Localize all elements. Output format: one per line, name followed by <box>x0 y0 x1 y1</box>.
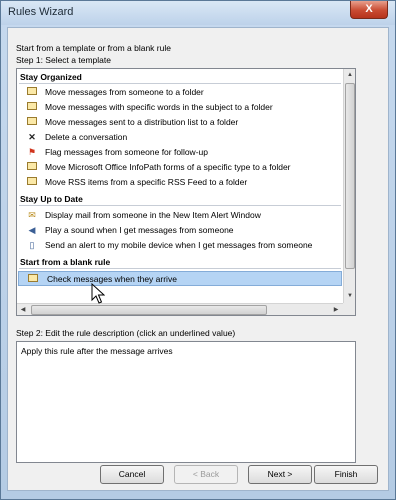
wizard-content: Start from a template or from a blank ru… <box>7 27 389 491</box>
list-item[interactable]: ⚑ Flag messages from someone for follow-… <box>17 145 343 159</box>
step2-label: Step 2: Edit the rule description (click… <box>16 328 236 338</box>
section-header-stay-organized: Stay Organized <box>17 70 343 84</box>
delete-x-icon: ✕ <box>28 132 36 142</box>
back-button[interactable]: < Back <box>174 465 238 484</box>
close-icon: X <box>365 3 373 15</box>
rule-description-box[interactable]: Apply this rule after the message arrive… <box>16 341 356 463</box>
list-item[interactable]: ◀ Play a sound when I get messages from … <box>17 223 343 237</box>
mobile-device-icon: ▯ <box>29 240 35 250</box>
list-item[interactable]: ✉ Display mail from someone in the New I… <box>17 208 343 222</box>
cancel-button[interactable]: Cancel <box>100 465 164 484</box>
flag-icon: ⚑ <box>27 147 37 157</box>
list-item[interactable]: Move Microsoft Office InfoPath forms of … <box>17 160 343 174</box>
list-item[interactable]: Move messages with specific words in the… <box>17 100 343 114</box>
rules-wizard-window: Rules Wizard X Start from a template or … <box>0 0 396 500</box>
envelope-folder-icon <box>27 117 37 127</box>
next-button[interactable]: Next > <box>248 465 312 484</box>
list-item[interactable]: ▯ Send an alert to my mobile device when… <box>17 238 343 252</box>
vertical-scroll-thumb[interactable] <box>345 83 355 269</box>
window-title: Rules Wizard <box>8 6 74 18</box>
speaker-icon: ◀ <box>28 225 36 235</box>
step1-label: Step 1: Select a template <box>16 55 111 65</box>
scroll-left-arrow-icon[interactable]: ◀ <box>17 304 29 315</box>
finish-button[interactable]: Finish <box>314 465 378 484</box>
list-item[interactable]: Move messages sent to a distribution lis… <box>17 115 343 129</box>
section-header-stay-up-to-date: Stay Up to Date <box>17 192 343 206</box>
list-item[interactable]: Move messages from someone to a folder <box>17 85 343 99</box>
close-button[interactable]: X <box>350 1 388 19</box>
template-list[interactable]: Stay Organized Move messages from someon… <box>16 68 356 316</box>
vertical-scrollbar[interactable]: ▲ ▼ <box>343 69 355 303</box>
title-bar[interactable]: Rules Wizard X <box>1 1 395 25</box>
horizontal-scrollbar[interactable]: ◀ ▶ <box>17 303 343 315</box>
section-header-blank-rule: Start from a blank rule <box>17 255 343 269</box>
mouse-cursor-icon <box>91 283 105 304</box>
scroll-up-arrow-icon[interactable]: ▲ <box>344 69 355 81</box>
scrollbar-corner <box>343 303 355 315</box>
envelope-folder-icon <box>27 162 37 172</box>
list-item[interactable]: ✕ Delete a conversation <box>17 130 343 144</box>
scroll-down-arrow-icon[interactable]: ▼ <box>344 290 355 302</box>
envelope-folder-icon <box>27 177 37 187</box>
scroll-right-arrow-icon[interactable]: ▶ <box>330 304 342 315</box>
alert-window-icon: ✉ <box>28 210 36 220</box>
list-item-selected[interactable]: Check messages when they arrive <box>18 271 342 286</box>
envelope-folder-icon <box>27 87 37 97</box>
envelope-folder-icon <box>27 102 37 112</box>
list-item[interactable]: Move RSS items from a specific RSS Feed … <box>17 175 343 189</box>
horizontal-scroll-thumb[interactable] <box>31 305 267 315</box>
envelope-icon <box>28 274 38 284</box>
intro-text: Start from a template or from a blank ru… <box>16 43 171 53</box>
rule-description-text: Apply this rule after the message arrive… <box>21 346 173 356</box>
